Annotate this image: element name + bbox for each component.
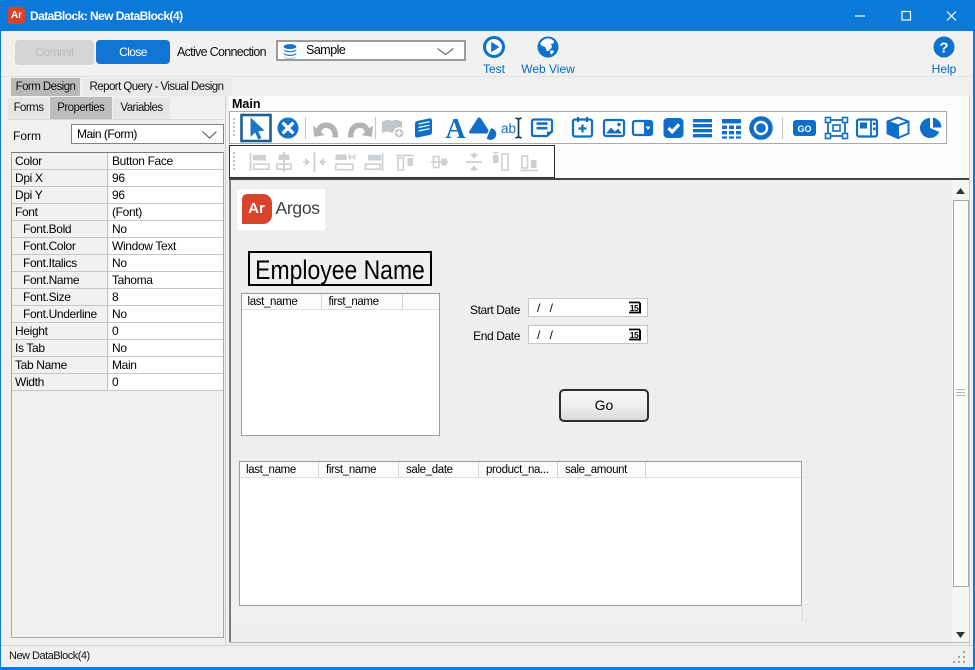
svg-text:ab: ab — [501, 121, 516, 136]
svg-text:15: 15 — [630, 303, 639, 313]
svg-text:15: 15 — [630, 330, 639, 340]
svg-text:?: ? — [939, 40, 948, 57]
svg-text:GO: GO — [797, 124, 811, 134]
svg-text:A: A — [445, 114, 466, 143]
